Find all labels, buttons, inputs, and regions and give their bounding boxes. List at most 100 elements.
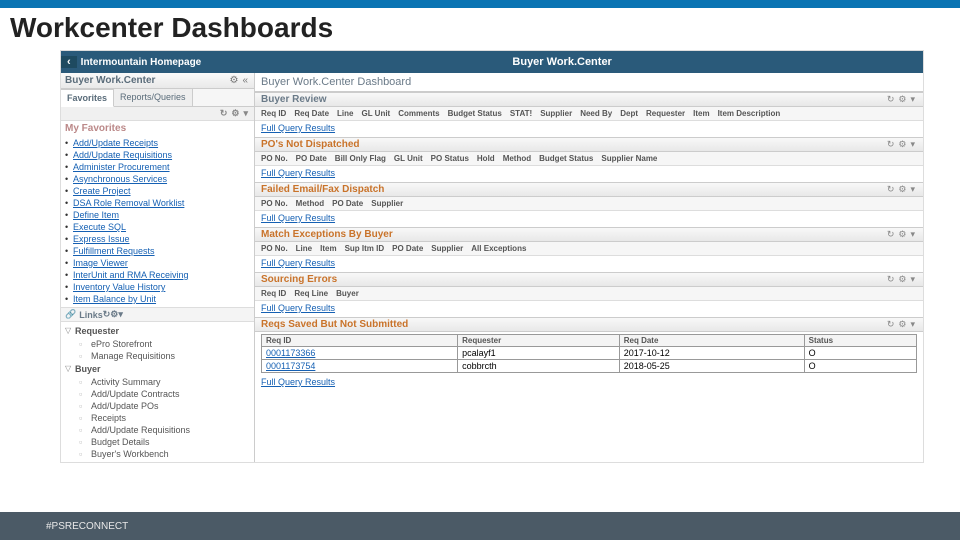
column-header: PO No. [261, 244, 288, 253]
table-row[interactable]: 0001173366pcalayf12017-10-12O [262, 347, 917, 360]
tree-leaf[interactable]: ▫Receipts [65, 412, 250, 424]
full-query-results-link[interactable]: Full Query Results [261, 123, 335, 133]
req-id-link[interactable]: 0001173366 [266, 348, 315, 358]
slide-title: Workcenter Dashboards [0, 8, 960, 50]
favorite-link[interactable]: Express Issue [73, 233, 130, 245]
page-icon: ▫ [79, 436, 91, 448]
tree-leaf[interactable]: ▫Budget Details [65, 436, 250, 448]
favorite-link[interactable]: InterUnit and RMA Receiving [73, 269, 189, 281]
chevron-down-icon[interactable]: ▾ [118, 309, 123, 320]
links-header-label: Links [79, 310, 103, 320]
gear-icon[interactable]: ⚙ [896, 229, 908, 240]
tree-leaf[interactable]: ▫Activity Summary [65, 376, 250, 388]
tree-leaf-label: Add/Update POs [91, 400, 159, 412]
chevron-down-icon[interactable]: ▾ [241, 108, 250, 119]
tree-group-label: Buyer [75, 362, 101, 376]
req-id-link[interactable]: 0001173754 [266, 361, 315, 371]
twisty-icon[interactable]: ▽ [65, 324, 75, 338]
twisty-icon[interactable]: ▽ [65, 362, 75, 376]
column-header: Budget Status [539, 154, 593, 163]
refresh-icon[interactable]: ↻ [218, 108, 230, 119]
refresh-icon[interactable]: ↻ [885, 94, 897, 105]
table-cell: O [804, 347, 916, 360]
favorite-link[interactable]: Add/Update Requisitions [73, 149, 172, 161]
tree-leaf[interactable]: ▫Add/Update POs [65, 400, 250, 412]
column-header: All Exceptions [471, 244, 526, 253]
tree-group[interactable]: ▽Buyer [65, 362, 250, 376]
homepage-link[interactable]: Intermountain Homepage [77, 57, 202, 68]
favorite-link[interactable]: Create Project [73, 185, 131, 197]
chevron-down-icon[interactable]: ▾ [908, 274, 917, 285]
chevron-down-icon[interactable]: ▾ [908, 94, 917, 105]
tab-reports-queries[interactable]: Reports/Queries [114, 89, 193, 106]
gear-icon[interactable]: ⚙ [229, 108, 241, 119]
tree-leaf[interactable]: ▫Buyer's Workbench [65, 448, 250, 460]
favorite-link[interactable]: DSA Role Removal Worklist [73, 197, 184, 209]
collapse-left-icon[interactable]: « [240, 75, 250, 86]
tree-leaf[interactable]: ▫Add/Update Contracts [65, 388, 250, 400]
full-query-results-link[interactable]: Full Query Results [261, 168, 335, 178]
favorite-item: •Fulfillment Requests [65, 245, 250, 257]
tree-group[interactable]: ▽Requester [65, 324, 250, 338]
gear-icon[interactable]: ⚙ [896, 94, 908, 105]
favorite-item: •Asynchronous Services [65, 173, 250, 185]
gear-icon[interactable]: ⚙ [896, 184, 908, 195]
block-title: PO's Not Dispatched [261, 139, 885, 150]
favorite-link[interactable]: Add/Update Receipts [73, 137, 158, 149]
full-query-results-link[interactable]: Full Query Results [261, 377, 335, 387]
bullet-icon: • [65, 269, 73, 281]
page-icon: ▫ [79, 338, 91, 350]
tree-leaf[interactable]: ▫ePro Storefront [65, 338, 250, 350]
gear-icon[interactable]: ⚙ [896, 274, 908, 285]
gear-icon[interactable]: ⚙ [227, 75, 240, 86]
refresh-icon[interactable]: ↻ [885, 184, 897, 195]
app-header: ‹ Intermountain Homepage Buyer Work.Cent… [61, 51, 923, 73]
column-header: Supplier [540, 109, 572, 118]
tree-leaf[interactable]: ▫Manage Requisitions [65, 350, 250, 362]
favorite-link[interactable]: Image Viewer [73, 257, 128, 269]
chevron-down-icon[interactable]: ▾ [908, 319, 917, 330]
refresh-icon[interactable]: ↻ [885, 319, 897, 330]
favorite-item: •Execute SQL [65, 221, 250, 233]
refresh-icon[interactable]: ↻ [885, 139, 897, 150]
favorite-item: •InterUnit and RMA Receiving [65, 269, 250, 281]
favorite-link[interactable]: Asynchronous Services [73, 173, 167, 185]
bullet-icon: • [65, 209, 73, 221]
favorite-link[interactable]: Item Balance by Unit [73, 293, 156, 305]
bullet-icon: • [65, 173, 73, 185]
bullet-icon: • [65, 185, 73, 197]
refresh-icon[interactable]: ↻ [885, 274, 897, 285]
gear-icon[interactable]: ⚙ [896, 319, 908, 330]
back-chevron-icon[interactable]: ‹ [61, 56, 77, 68]
column-header: GL Unit [361, 109, 390, 118]
chevron-down-icon[interactable]: ▾ [908, 229, 917, 240]
header-title: Buyer Work.Center [201, 56, 923, 68]
favorite-link[interactable]: Administer Procurement [73, 161, 170, 173]
table-column-header: Req ID [262, 335, 458, 347]
chevron-down-icon[interactable]: ▾ [908, 139, 917, 150]
refresh-icon[interactable]: ↻ [885, 229, 897, 240]
dashboard-blocks: Buyer Review↻⚙▾Req IDReq DateLineGL Unit… [255, 92, 923, 315]
favorite-link[interactable]: Define Item [73, 209, 119, 221]
favorite-link[interactable]: Execute SQL [73, 221, 126, 233]
table-cell: 0001173754 [262, 360, 458, 373]
left-panel-title-row: Buyer Work.Center ⚙ « [61, 73, 254, 89]
full-query-results-link[interactable]: Full Query Results [261, 303, 335, 313]
favorite-link[interactable]: Fulfillment Requests [73, 245, 155, 257]
refresh-icon[interactable]: ↻ [103, 309, 111, 320]
table-cell: 0001173366 [262, 347, 458, 360]
favorite-link[interactable]: Inventory Value History [73, 281, 165, 293]
full-query-results-link[interactable]: Full Query Results [261, 258, 335, 268]
column-header: Item [693, 109, 709, 118]
table-row[interactable]: 0001173754cobbrcth2018-05-25O [262, 360, 917, 373]
bullet-icon: • [65, 161, 73, 173]
block-header: Match Exceptions By Buyer↻⚙▾ [255, 227, 923, 242]
table-cell: 2018-05-25 [619, 360, 804, 373]
full-query-results-link[interactable]: Full Query Results [261, 213, 335, 223]
chevron-down-icon[interactable]: ▾ [908, 184, 917, 195]
dashboard-block: PO's Not Dispatched↻⚙▾PO No.PO DateBill … [255, 137, 923, 180]
right-panel: Buyer Work.Center Dashboard Buyer Review… [255, 73, 923, 462]
tab-favorites[interactable]: Favorites [61, 89, 114, 107]
gear-icon[interactable]: ⚙ [896, 139, 908, 150]
tree-leaf[interactable]: ▫Add/Update Requisitions [65, 424, 250, 436]
